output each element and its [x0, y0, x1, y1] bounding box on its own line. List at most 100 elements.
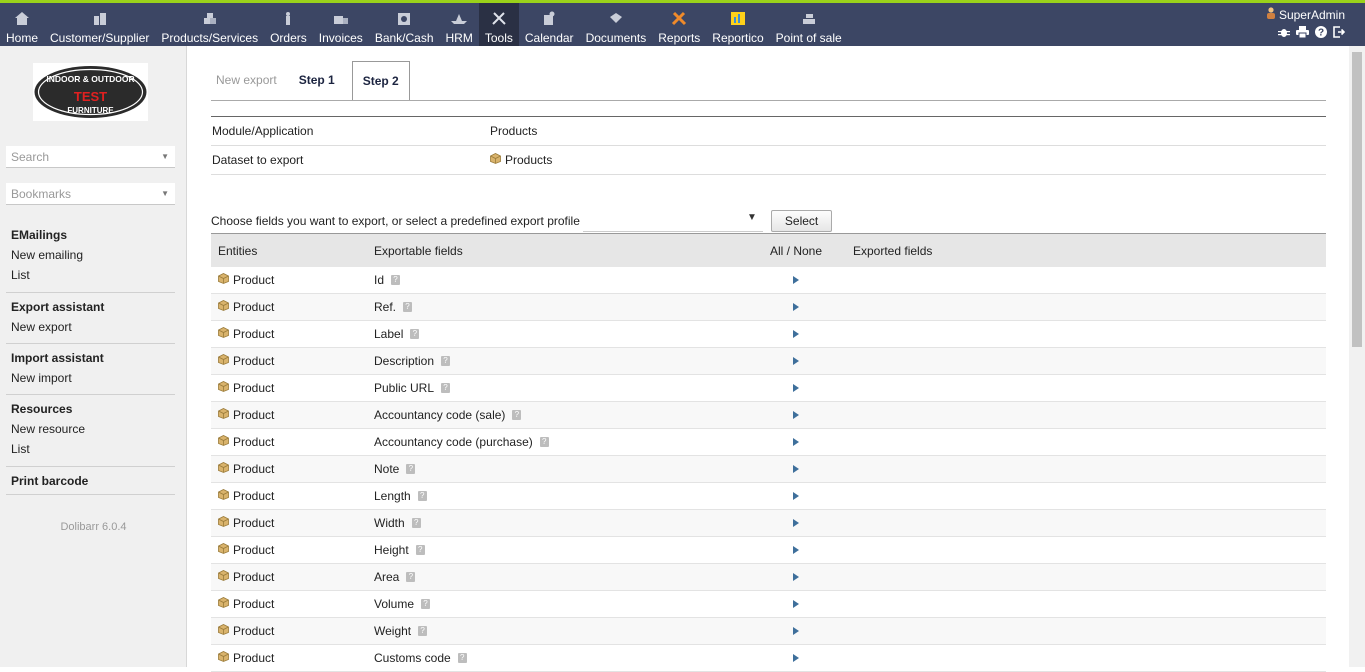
help-icon[interactable]: ? [406, 464, 416, 474]
product-icon [218, 624, 229, 638]
arrow-right-icon[interactable] [793, 465, 799, 473]
arrow-right-icon[interactable] [793, 411, 799, 419]
menu-item-point-of-sale[interactable]: Point of sale [770, 3, 848, 46]
user-login[interactable]: SuperAdmin [1266, 7, 1345, 22]
grid-body: Product Id? Product Ref.? Product Label? Produ… [211, 267, 1326, 672]
product-icon [490, 153, 501, 167]
field-label: Weight [374, 624, 412, 638]
company-logo[interactable]: INDOOR & OUTDOOR TEST FURNITURE [33, 63, 148, 121]
menu-item-products-services[interactable]: Products/Services [155, 3, 264, 46]
arrow-right-icon[interactable] [793, 438, 799, 446]
arrow-right-icon[interactable] [793, 546, 799, 554]
print-barcode-title[interactable]: Print barcode [11, 474, 175, 488]
menu-item-bank-cash[interactable]: Bank/Cash [369, 3, 440, 46]
help-icon[interactable]: ? [441, 383, 451, 393]
help-icon[interactable]: ? [512, 410, 522, 420]
arrow-right-icon[interactable] [793, 627, 799, 635]
arrow-right-icon[interactable] [793, 384, 799, 392]
help-icon[interactable]: ? [539, 437, 549, 447]
arrow-right-icon[interactable] [793, 492, 799, 500]
table-row: Product Accountancy code (sale)? [211, 402, 1326, 429]
emailings-title[interactable]: EMailings [11, 228, 175, 242]
arrow-right-icon[interactable] [793, 357, 799, 365]
help-icon[interactable]: ? [411, 518, 421, 528]
arrow-right-icon[interactable] [793, 600, 799, 608]
page-scrollbar[interactable] [1349, 46, 1365, 667]
new-resource-link[interactable]: New resource [11, 422, 175, 436]
arrow-right-icon[interactable] [793, 519, 799, 527]
resource-list-link[interactable]: List [11, 442, 175, 456]
menu-item-tools[interactable]: Tools [478, 3, 519, 46]
chevron-down-icon: ▼ [746, 212, 757, 223]
export-profile-select[interactable]: ▼ [582, 209, 763, 232]
export-assistant-title[interactable]: Export assistant [11, 300, 175, 314]
user-name: SuperAdmin [1278, 7, 1345, 22]
bug-icon[interactable] [1278, 26, 1290, 38]
help-icon[interactable]: ? [403, 302, 413, 312]
menu-item-home[interactable]: Home [0, 3, 44, 46]
entity-cell: Product [211, 327, 366, 341]
menu-item-customer-supplier[interactable]: Customer/Supplier [44, 3, 155, 46]
entity-label: Product [233, 570, 275, 584]
help-icon[interactable]: ? [421, 599, 431, 609]
help-icon[interactable]: ? [417, 491, 427, 501]
menu-item-documents[interactable]: Documents [580, 3, 653, 46]
help-icon[interactable]: ? [391, 275, 401, 285]
add-field-cell [751, 654, 841, 662]
export-menu: Export assistant New export [11, 300, 175, 334]
menu-item-hrm[interactable]: HRM [440, 3, 479, 46]
arrow-right-icon[interactable] [793, 654, 799, 662]
field-label: Height [374, 543, 409, 557]
add-field-cell [751, 303, 841, 311]
help-icon[interactable]: ? [415, 545, 425, 555]
field-cell: Customs code? [366, 651, 751, 665]
logout-icon[interactable] [1333, 26, 1345, 38]
help-icon[interactable]: ? [406, 572, 416, 582]
bookmarks-select[interactable]: Bookmarks ▼ [6, 183, 175, 205]
arrow-right-icon[interactable] [793, 330, 799, 338]
menu-label: Customer/Supplier [50, 31, 150, 45]
menu-label: Products/Services [161, 31, 259, 45]
help-icon[interactable]: ? [418, 626, 428, 636]
company-icon [92, 8, 108, 28]
menu-item-invoices[interactable]: Invoices [313, 3, 369, 46]
tab-new-export[interactable]: New export [211, 61, 282, 99]
entity-cell: Product [211, 489, 366, 503]
new-import-link[interactable]: New import [11, 371, 175, 385]
arrow-right-icon[interactable] [793, 573, 799, 581]
tab-step-1[interactable]: Step 1 [294, 61, 340, 99]
new-emailing-link[interactable]: New emailing [11, 248, 175, 262]
tab-step-2[interactable]: Step 2 [351, 61, 410, 100]
pos-icon [801, 8, 817, 28]
search-select[interactable]: Search ▼ [6, 146, 175, 168]
help-icon[interactable]: ? [457, 653, 467, 663]
export-profile-line: Choose fields you want to export, or sel… [211, 209, 833, 232]
product-icon [218, 570, 229, 584]
help-icon[interactable]: ? [441, 356, 451, 366]
help-icon[interactable]: ? [1315, 26, 1327, 38]
scrollbar-thumb[interactable] [1352, 52, 1362, 347]
header-all-none[interactable]: All / None [751, 244, 841, 258]
entity-label: Product [233, 327, 275, 341]
menu-label: Calendar [524, 31, 574, 45]
print-icon[interactable] [1296, 26, 1309, 38]
new-export-link[interactable]: New export [11, 320, 175, 334]
menu-item-reports[interactable]: Reports [652, 3, 706, 46]
calendar-icon [541, 8, 557, 28]
entity-label: Product [233, 300, 275, 314]
sidebar-divider [6, 494, 175, 495]
select-profile-button[interactable]: Select [770, 209, 833, 232]
emailing-list-link[interactable]: List [11, 268, 175, 282]
import-assistant-title[interactable]: Import assistant [11, 351, 175, 365]
menu-item-calendar[interactable]: Calendar [519, 3, 580, 46]
menu-label: Invoices [318, 31, 363, 45]
field-label: Description [374, 354, 435, 368]
arrow-right-icon[interactable] [793, 276, 799, 284]
menu-item-reportico[interactable]: Reportico [706, 3, 769, 46]
entity-cell: Product [211, 408, 366, 422]
arrow-right-icon[interactable] [793, 303, 799, 311]
resources-title[interactable]: Resources [11, 402, 175, 416]
help-icon[interactable]: ? [410, 329, 420, 339]
entity-label: Product [233, 435, 275, 449]
menu-item-orders[interactable]: Orders [264, 3, 313, 46]
